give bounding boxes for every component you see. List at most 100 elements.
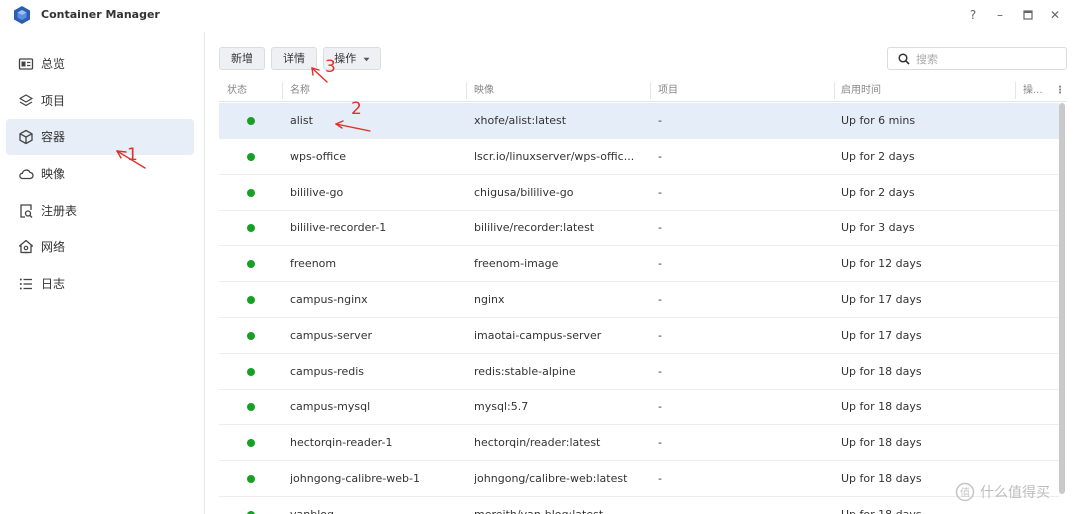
table-row[interactable]: campus-nginx nginx - Up for 17 days: [219, 282, 1059, 318]
column-divider[interactable]: [650, 82, 651, 99]
container-uptime: Up for 18 days: [841, 508, 1001, 514]
column-header-actions[interactable]: 操...: [1023, 84, 1043, 98]
column-options-icon[interactable]: ⋮: [1055, 84, 1065, 98]
status-running-dot-icon: [247, 152, 255, 161]
status-running-dot-icon: [247, 296, 255, 304]
sidebar-item-label: 日志: [41, 277, 66, 291]
table-row[interactable]: vanblog mereith/van-blog:latest - Up for 18…: [219, 497, 1059, 514]
container-image: bililive/recorder:latest: [474, 221, 595, 235]
container-project: -: [658, 436, 662, 450]
container-image: mysql:5.7: [474, 400, 529, 414]
sidebar-item-registry[interactable]: 注册表: [6, 193, 194, 229]
column-header-name[interactable]: 名称: [290, 84, 310, 98]
status-running-dot-icon: [247, 260, 255, 269]
container-project: -: [658, 472, 662, 485]
sidebar-item-label: 映像: [41, 167, 66, 181]
column-header-status[interactable]: 状态: [227, 84, 247, 98]
sidebar-item-containers[interactable]: 容器: [6, 119, 194, 155]
help-button[interactable]: ?: [964, 6, 982, 24]
table-row[interactable]: campus-redis redis:stable-alpine - Up for 1…: [219, 354, 1059, 390]
sidebar-item-label: 注册表: [41, 204, 78, 218]
close-button[interactable]: ✕: [1046, 6, 1064, 24]
column-divider[interactable]: [282, 82, 283, 99]
sidebar-item-network[interactable]: 网络: [6, 229, 194, 265]
maximize-button[interactable]: [1019, 6, 1037, 24]
sidebar-item-label: 总览: [41, 57, 66, 71]
container-name: johngong-calibre-web-1: [290, 472, 420, 485]
title-bar: Container Manager ? – ✕: [0, 0, 1080, 32]
watermark-logo-icon: 值: [955, 482, 975, 502]
column-header-project[interactable]: 项目: [658, 84, 678, 98]
status-running-dot-icon: [247, 117, 255, 125]
maximize-icon: [1023, 10, 1033, 20]
watermark-text: 什么值得买: [980, 485, 1050, 501]
table-row[interactable]: hectorqin-reader-1 hectorqin/reader:lates…: [219, 425, 1059, 462]
network-home-icon: [18, 239, 34, 254]
table-row[interactable]: bililive-go chigusa/bililive-go - Up for 2 …: [219, 175, 1059, 211]
container-image: redis:stable-alpine: [474, 364, 576, 378]
column-divider[interactable]: [1015, 82, 1016, 99]
table-row[interactable]: alist xhofe/alist:latest - Up for 6 mins: [219, 103, 1059, 139]
status-running-dot-icon: [247, 331, 255, 340]
table-row[interactable]: bililive-recorder-1 bililive/recorder:lat…: [219, 210, 1059, 247]
container-uptime: Up for 18 days: [841, 400, 922, 414]
container-name: freenom: [290, 257, 337, 271]
details-button[interactable]: 详情: [271, 47, 317, 70]
container-image: nginx: [474, 293, 505, 306]
annotation-number-2: 2: [351, 99, 362, 119]
container-manager-logo-icon: [14, 6, 30, 24]
column-header-uptime[interactable]: 启用时间: [841, 84, 881, 98]
container-name: bililive-recorder-1: [290, 221, 387, 235]
container-uptime: Up for 2 days: [841, 185, 915, 199]
create-button[interactable]: 新增: [219, 47, 265, 70]
table-row[interactable]: johngong-calibre-web-1 johngong/calibre-w…: [219, 461, 1059, 497]
container-project: -: [658, 257, 662, 271]
sidebar-item-label: 网络: [41, 240, 66, 254]
column-divider[interactable]: [834, 82, 835, 99]
scrollbar-thumb[interactable]: [1059, 103, 1065, 494]
container-image: johngong/calibre-web:latest: [474, 472, 628, 485]
container-uptime: Up for 18 days: [841, 364, 922, 378]
container-project: -: [658, 400, 662, 414]
table-row[interactable]: campus-mysql mysql:5.7 - Up for 18 days: [219, 389, 1059, 426]
container-project: -: [658, 185, 662, 199]
container-name: wps-office: [290, 149, 347, 163]
search-input[interactable]: [916, 51, 1056, 67]
search-box[interactable]: [887, 47, 1067, 70]
container-name: campus-nginx: [290, 293, 368, 306]
container-name: hectorqin-reader-1: [290, 436, 393, 450]
container-project: -: [658, 328, 662, 342]
status-running-dot-icon: [247, 439, 255, 448]
column-divider[interactable]: [466, 82, 467, 99]
table-row[interactable]: wps-office lscr.io/linuxserver/wps-offic.…: [219, 139, 1059, 175]
container-uptime: Up for 6 mins: [841, 114, 916, 127]
container-name: campus-mysql: [290, 400, 371, 414]
container-name: bililive-go: [290, 185, 344, 199]
cloud-icon: [19, 169, 34, 180]
sidebar-item-overview[interactable]: 总览: [6, 46, 194, 82]
container-image: mereith/van-blog:latest: [474, 508, 644, 514]
status-running-dot-icon: [247, 188, 255, 197]
column-header-image[interactable]: 映像: [474, 84, 494, 98]
actions-label: 操作: [334, 52, 357, 65]
status-running-dot-icon: [247, 224, 255, 233]
minimize-button[interactable]: –: [991, 6, 1009, 24]
container-name: alist: [290, 114, 313, 127]
container-uptime: Up for 3 days: [841, 221, 915, 235]
app-title: Container Manager: [41, 8, 160, 21]
sidebar-item-images[interactable]: 映像: [6, 156, 194, 192]
container-name: vanblog: [290, 508, 460, 514]
overview-icon: [18, 58, 34, 70]
container-project: -: [658, 114, 662, 127]
layers-icon: [19, 94, 33, 107]
sidebar-item-logs[interactable]: 日志: [6, 266, 194, 302]
container-uptime: Up for 12 days: [841, 257, 922, 271]
sidebar-item-projects[interactable]: 项目: [6, 83, 194, 119]
search-icon: [898, 53, 910, 65]
sidebar-item-label: 项目: [41, 94, 66, 108]
table-row[interactable]: campus-server imaotai-campus-server - Up fo…: [219, 318, 1059, 354]
status-running-dot-icon: [247, 475, 255, 483]
container-project: -: [658, 293, 662, 306]
log-list-icon: [19, 278, 32, 290]
table-row[interactable]: freenom freenom-image - Up for 12 days: [219, 246, 1059, 283]
